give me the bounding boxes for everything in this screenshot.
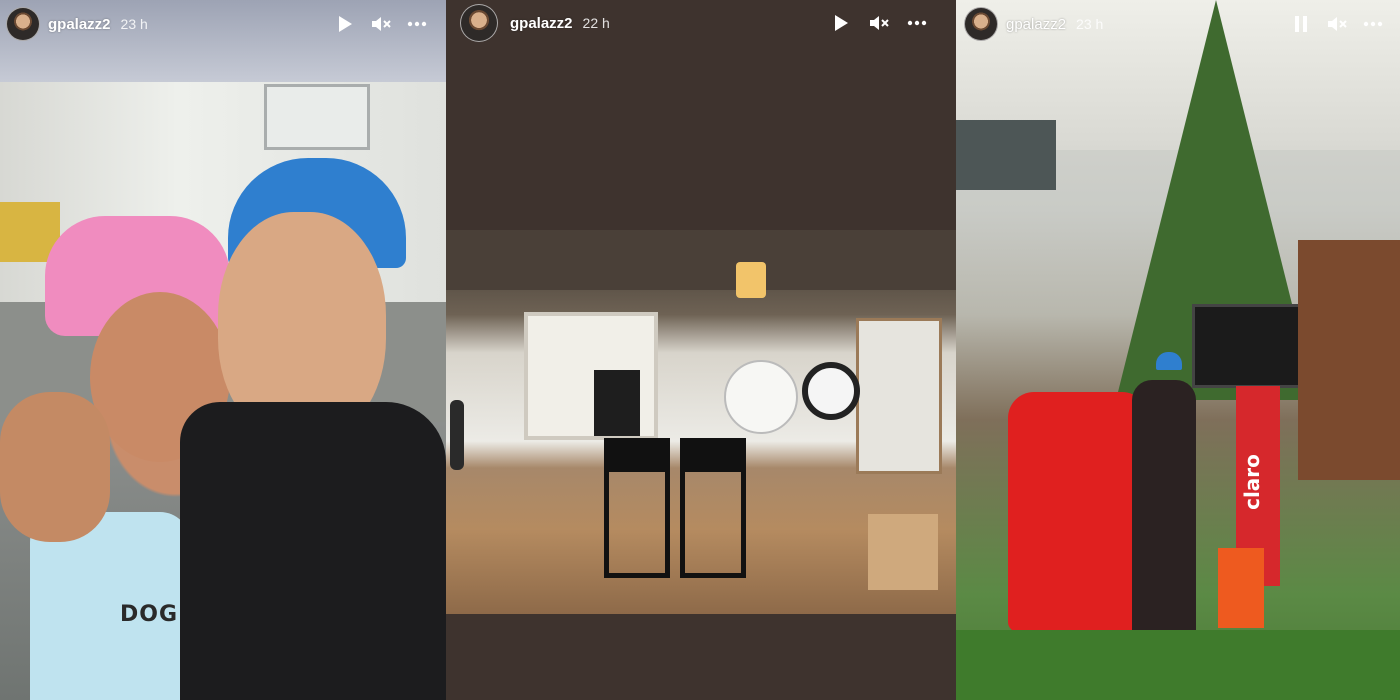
username[interactable]: gpalazz2	[510, 15, 573, 32]
timestamp: 22 h	[582, 15, 610, 31]
director-chair-left	[604, 438, 670, 578]
red-santa-chair	[1008, 392, 1148, 632]
mute-icon[interactable]	[1326, 13, 1348, 35]
mall-window	[956, 120, 1056, 190]
avatar[interactable]	[964, 7, 998, 41]
man-standing	[1132, 380, 1196, 640]
more-icon[interactable]	[906, 12, 928, 34]
umbrella-light	[724, 360, 798, 434]
more-icon[interactable]	[406, 13, 428, 35]
story-panel-2[interactable]: gpalazz2 22 h	[446, 0, 956, 700]
username[interactable]: gpalazz2	[1006, 16, 1066, 33]
woman-arm	[0, 392, 110, 542]
story-header: gpalazz2 23 h	[956, 0, 1400, 48]
pause-icon[interactable]	[1290, 13, 1312, 35]
mute-icon[interactable]	[370, 13, 392, 35]
story-panel-1[interactable]: DOG MOM gpalazz2 23 h	[0, 0, 446, 700]
crew-person	[450, 400, 464, 470]
wooden-house	[1298, 240, 1400, 480]
story-photo-mall-christmas: claro	[956, 0, 1400, 700]
orange-kids-chair	[1218, 548, 1264, 628]
story-controls	[334, 13, 428, 35]
artificial-grass	[956, 630, 1400, 700]
story-controls	[830, 12, 928, 34]
mute-icon[interactable]	[868, 12, 890, 34]
story-photo-studio	[446, 230, 956, 614]
story-panel-3[interactable]: claro gpalazz2 23 h	[956, 0, 1400, 700]
softbox-light	[594, 370, 640, 436]
play-icon[interactable]	[830, 12, 852, 34]
story-controls	[1290, 13, 1384, 35]
blue-cap	[1156, 352, 1182, 370]
mirror-panel	[856, 318, 942, 474]
cardboard-box	[868, 514, 938, 590]
man-black-tshirt	[180, 402, 446, 700]
balcony-railing	[264, 84, 370, 150]
timestamp: 23 h	[120, 16, 148, 32]
play-icon[interactable]	[334, 13, 356, 35]
story-header: gpalazz2 23 h	[0, 0, 446, 48]
claro-sign-text: claro	[1239, 454, 1264, 510]
hanging-lamp	[736, 262, 766, 298]
story-header: gpalazz2 22 h	[446, 0, 956, 46]
ceiling-beams	[446, 230, 956, 290]
username[interactable]: gpalazz2	[48, 16, 111, 33]
more-icon[interactable]	[1362, 13, 1384, 35]
avatar[interactable]	[6, 7, 40, 41]
avatar[interactable]	[460, 4, 498, 42]
ring-light	[802, 362, 860, 420]
story-photo-selfie: DOG MOM	[0, 82, 446, 700]
timestamp: 23 h	[1076, 16, 1104, 32]
director-chair-right	[680, 438, 746, 578]
